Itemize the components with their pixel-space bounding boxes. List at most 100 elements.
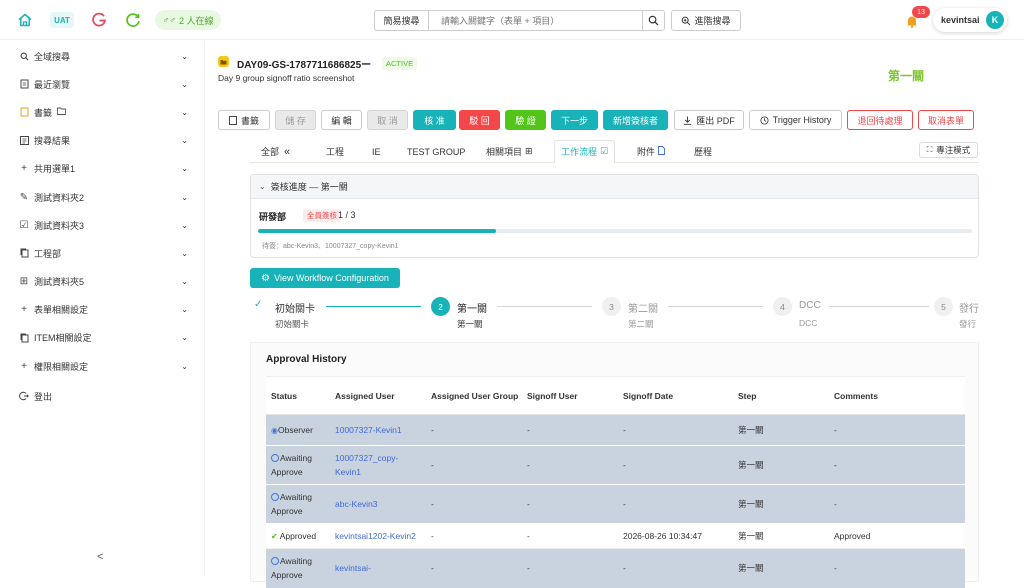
form-id: DAY09-GS-1787711686825ー (237, 60, 372, 71)
advanced-search-button[interactable]: 進階搜尋 (671, 10, 741, 31)
export-pdf-button[interactable]: 匯出 PDF (674, 110, 744, 130)
table-row: Awaiting Approve kevintsai- - - - 第一關 - (266, 548, 965, 588)
focus-mode-button[interactable]: ⛶ 專注模式 (919, 142, 978, 158)
online-users-badge[interactable]: ♂♂ 2 人在線 (155, 10, 221, 30)
step-4-title: DCC (799, 300, 821, 311)
history-icon (760, 115, 769, 125)
chevron-down-icon[interactable]: ⌄ (181, 305, 188, 314)
assigned-user-link[interactable]: kevintsai1202-Kevin2 (330, 524, 426, 549)
check-square-icon: ☑ (600, 146, 609, 156)
sidebar-item-test-folder-3[interactable]: ☑ 測試資料夾3 ⌄ (0, 211, 204, 239)
expand-icon: ⛶ (926, 145, 933, 154)
chevron-down-icon[interactable]: ⌄ (181, 108, 188, 117)
refresh-icon[interactable] (124, 11, 142, 29)
table-header-row: Status Assigned User Assigned User Group… (266, 376, 965, 415)
sidebar-item-global-search[interactable]: 全域搜尋 ⌄ (0, 42, 204, 70)
chevron-down-icon[interactable]: ⌄ (181, 333, 188, 342)
eye-icon: ◉ (271, 426, 278, 435)
next-step-button[interactable]: 下一步 (551, 110, 598, 130)
assigned-user-link[interactable]: 10007327_copy-Kevin1 (330, 446, 426, 485)
sidebar-item-engineering[interactable]: 工程部 ⌄ (0, 239, 204, 267)
return-pending-button[interactable]: 退回待處理 (847, 110, 913, 130)
step-1-icon: ✓ (254, 299, 263, 310)
sidebar-item-logout[interactable]: 登出 (0, 382, 204, 410)
chevron-down-icon[interactable]: ⌄ (181, 193, 188, 202)
status-cell: Awaiting Approve (271, 556, 312, 581)
progress-panel-header[interactable]: ⌄ 簽核進度 — 第一關 (251, 175, 978, 199)
approve-button[interactable]: 核 准 (413, 110, 456, 130)
table-row: Awaiting Approve abc-Kevin3 - - - 第一關 - (266, 484, 965, 524)
check-circle-icon: ✔ (271, 532, 278, 541)
chevron-down-icon[interactable]: ⌄ (181, 164, 188, 173)
chevron-down-icon[interactable]: ⌄ (181, 52, 188, 61)
cancel-button[interactable]: 取 消 (367, 110, 408, 130)
status-cell: ◉Observer (271, 425, 313, 435)
approval-history-panel: Approval History Status Assigned User As… (250, 342, 979, 588)
tab-related-items[interactable]: 相關項目 ⊞ (480, 141, 539, 162)
chevron-down-icon[interactable]: ⌄ (259, 182, 266, 191)
step-2-sub: 第一關 (457, 319, 483, 329)
sidebar-item-test-folder-5[interactable]: ⊞ 測試資料夾5 ⌄ (0, 268, 204, 296)
search-input[interactable] (428, 10, 643, 31)
save-button[interactable]: 儲 存 (275, 110, 316, 130)
double-chevron-left-icon[interactable]: « (284, 146, 290, 158)
assigned-user-link[interactable]: kevintsai- (330, 549, 426, 588)
avatar: K (986, 11, 1004, 29)
chevron-down-icon[interactable]: ⌄ (181, 362, 188, 371)
step-1-sub: 初始關卡 (275, 319, 310, 329)
chevron-down-icon[interactable]: ⌄ (181, 249, 188, 258)
tab-engineering[interactable]: 工程 (320, 141, 350, 162)
chevron-down-icon[interactable]: ⌄ (181, 136, 188, 145)
assigned-user-link[interactable]: 10007327-Kevin1 (330, 415, 426, 446)
env-badge: UAT (50, 12, 74, 28)
step-connector (829, 306, 929, 307)
tab-workflow[interactable]: 工作流程 ☑ (554, 140, 616, 163)
sidebar-item-item-settings[interactable]: ITEM相關設定 ⌄ (0, 324, 204, 352)
verify-button[interactable]: 驗 證 (505, 110, 546, 130)
progress-title: 簽核進度 — 第一關 (270, 182, 348, 192)
sidebar-item-bookmarks[interactable]: 書籤 ⌄ (0, 98, 204, 126)
sidebar-item-permission-settings[interactable]: + 權限相關設定 ⌄ (0, 352, 204, 380)
bookmark-button[interactable]: 書籤 (218, 110, 270, 130)
sidebar-item-recent[interactable]: 最近瀏覽 ⌄ (0, 70, 204, 98)
sidebar-item-search-results[interactable]: 搜尋結果 ⌄ (0, 127, 204, 155)
tab-history[interactable]: 歷程 (688, 141, 718, 162)
edit-button[interactable]: 編 輯 (321, 110, 362, 130)
reject-button[interactable]: 駁 回 (459, 110, 500, 130)
status-cell: Awaiting Approve (271, 453, 312, 477)
approval-history-table: Status Assigned User Assigned User Group… (266, 376, 965, 588)
sidebar-item-form-settings[interactable]: + 表單相關設定 ⌄ (0, 296, 204, 324)
collapse-sidebar-button[interactable]: < (97, 551, 103, 563)
pending-signers: 待簽：abc-Kevin3、10007327_copy-Kevin1 (262, 243, 399, 250)
add-signer-button[interactable]: 新增簽核者 (603, 110, 668, 130)
view-workflow-config-button[interactable]: ⚙ View Workflow Configuration (250, 268, 400, 288)
trigger-history-button[interactable]: Trigger History (749, 110, 842, 130)
tab-all[interactable]: 全部 « (255, 141, 296, 162)
tab-ie[interactable]: IE (366, 141, 387, 162)
tab-test-group[interactable]: TEST GROUP (401, 141, 471, 162)
google-g-icon[interactable] (90, 11, 108, 29)
home-icon[interactable] (16, 11, 34, 29)
username: kevintsai (941, 15, 980, 25)
chevron-down-icon[interactable]: ⌄ (181, 277, 188, 286)
table-row: ◉Observer 10007327-Kevin1 - - - 第一關 - (266, 414, 965, 446)
tab-attachments[interactable]: 附件 (631, 141, 671, 162)
chevron-down-icon[interactable]: ⌄ (181, 221, 188, 230)
bookmark-outline-icon (229, 115, 237, 125)
top-bar: UAT ♂♂ 2 人在線 簡易搜尋 進階搜尋 13 kevintsai K (0, 0, 1024, 40)
user-menu[interactable]: kevintsai K (933, 8, 1007, 32)
search-icon (18, 52, 30, 61)
step-4-circle: 4 (773, 297, 792, 316)
assigned-user-link[interactable]: abc-Kevin3 (330, 485, 426, 524)
step-5-title: 發行 (959, 304, 979, 315)
search-type-select[interactable]: 簡易搜尋 (374, 10, 428, 31)
signoff-progress-bar (258, 229, 972, 233)
sidebar-item-shared-menu-1[interactable]: + 共用選單1 ⌄ (0, 155, 204, 183)
edit-icon: ✎ (19, 191, 29, 203)
search-button[interactable] (643, 10, 665, 31)
chevron-down-icon[interactable]: ⌄ (181, 80, 188, 89)
cancel-form-button[interactable]: 取消表單 (918, 110, 974, 130)
column-header: Assigned User Group (431, 390, 519, 401)
sidebar-item-test-folder-2[interactable]: ✎ 測試資料夾2 ⌄ (0, 183, 204, 211)
notification-count-badge: 13 (912, 6, 930, 18)
